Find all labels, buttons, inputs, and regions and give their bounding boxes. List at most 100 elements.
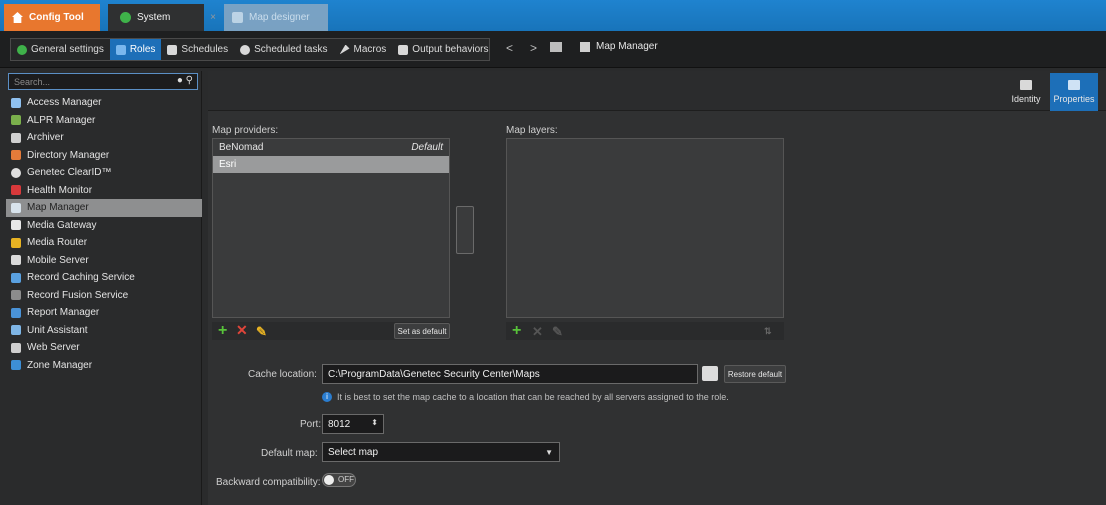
map-layers-list[interactable] <box>506 138 784 318</box>
role-item-zone-manager[interactable]: Zone Manager <box>6 357 202 375</box>
role-item-mobile-server[interactable]: Mobile Server <box>6 252 202 270</box>
map-providers-label: Map providers: <box>212 125 279 136</box>
role-label: Map Manager <box>27 202 89 214</box>
forward-arrow-icon[interactable]: > <box>530 41 537 55</box>
toolbar-item-label: Roles <box>129 44 156 55</box>
tab-identity[interactable]: Identity <box>1002 73 1050 111</box>
role-label: Media Router <box>27 237 88 249</box>
toolbar-item-label: Schedules <box>181 44 229 55</box>
role-item-clearid[interactable]: Genetec ClearID™ <box>6 164 202 182</box>
health-icon <box>11 185 21 196</box>
map-layers-label: Map layers: <box>506 125 558 136</box>
role-item-web-server[interactable]: Web Server <box>6 339 202 357</box>
remove-layer-icon[interactable]: ✕ <box>532 324 543 340</box>
role-label: Record Fusion Service <box>27 289 129 301</box>
cache-location-input[interactable]: C:\ProgramData\Genetec Security Center\M… <box>322 364 698 384</box>
role-item-record-fusion[interactable]: Record Fusion Service <box>6 287 202 305</box>
role-item-record-caching[interactable]: Record Caching Service <box>6 269 202 287</box>
stepper-arrows-icon[interactable]: ⬍ <box>371 418 378 427</box>
list-item-provider[interactable]: Esri <box>213 156 449 173</box>
port-value: 8012 <box>328 418 351 430</box>
role-item-access-manager[interactable]: Access Manager <box>6 94 202 112</box>
output-icon <box>398 44 409 55</box>
gateway-icon <box>11 220 21 231</box>
toolbar-output-behaviors[interactable]: Output behaviors <box>392 39 494 60</box>
browse-folder-icon[interactable] <box>702 366 718 381</box>
restore-default-button[interactable]: Restore default <box>724 365 786 383</box>
provider-default-tag: Default <box>411 142 443 153</box>
add-icon[interactable]: + <box>218 322 227 340</box>
backward-compat-label: Backward compatibility: <box>216 477 321 488</box>
toggle-state: OFF <box>338 475 354 484</box>
role-item-health-monitor[interactable]: Health Monitor <box>6 182 202 200</box>
mobile-icon <box>11 255 21 266</box>
role-item-report-manager[interactable]: Report Manager <box>6 304 202 322</box>
tab-label: Identity <box>1011 94 1041 104</box>
add-layer-icon[interactable]: + <box>512 322 521 340</box>
provider-name: Esri <box>219 159 237 170</box>
default-map-select[interactable]: Select map ▼ <box>322 442 560 462</box>
toolbar-item-label: General settings <box>31 44 104 55</box>
role-sidebar: Search... ● ⚲ Access Manager ALPR Manage… <box>6 71 202 505</box>
clearid-icon <box>11 167 21 178</box>
role-item-map-manager[interactable]: Map Manager <box>6 199 202 217</box>
role-item-media-gateway[interactable]: Media Gateway <box>6 217 202 235</box>
role-label: Genetec ClearID™ <box>27 167 112 179</box>
map-manager-icon <box>580 41 590 52</box>
default-map-label: Default map: <box>261 448 318 459</box>
search-input[interactable]: Search... ● ⚲ <box>8 73 198 90</box>
toolbar-roles[interactable]: Roles <box>109 39 162 60</box>
directory-icon <box>11 150 21 161</box>
calendar-icon <box>167 44 178 55</box>
map-designer-icon <box>232 12 243 23</box>
search-placeholder: Search... <box>14 76 51 87</box>
main-header: Identity Properties <box>208 71 1106 111</box>
set-as-default-button[interactable]: Set as default <box>394 323 450 339</box>
filter-icon[interactable]: ● ⚲ <box>177 75 193 86</box>
toolbar-schedules[interactable]: Schedules <box>161 39 234 60</box>
remove-icon[interactable]: ✕ <box>236 322 248 339</box>
role-item-directory-manager[interactable]: Directory Manager <box>6 147 202 165</box>
role-label: Media Gateway <box>27 219 97 231</box>
reorder-icon[interactable]: ⇅ <box>764 326 772 337</box>
tab-system[interactable]: System <box>108 4 204 31</box>
toolbar-general-settings[interactable]: General settings <box>11 39 110 60</box>
list-item-provider[interactable]: BeNomad Default <box>213 139 449 156</box>
tab-properties[interactable]: Properties <box>1050 73 1098 111</box>
archiver-icon <box>11 132 21 143</box>
main-panel: Identity Properties Map providers: BeNom… <box>208 71 1106 505</box>
toolbar-macros[interactable]: Macros <box>334 39 393 60</box>
history-icon[interactable] <box>550 42 562 52</box>
toolbar: General settings Roles Schedules Schedul… <box>0 31 1106 68</box>
role-label: Mobile Server <box>27 254 89 266</box>
system-icon <box>120 12 131 23</box>
tab-map-designer[interactable]: Map designer <box>224 4 328 31</box>
role-label: Directory Manager <box>27 149 110 161</box>
record-cache-icon <box>11 272 21 283</box>
role-label: Archiver <box>27 132 64 144</box>
map-providers-list[interactable]: BeNomad Default Esri <box>212 138 450 318</box>
edit-icon[interactable]: ✎ <box>256 324 267 340</box>
role-item-archiver[interactable]: Archiver <box>6 129 202 147</box>
default-map-value: Select map <box>328 446 379 458</box>
backward-compat-toggle[interactable]: OFF <box>322 473 356 487</box>
toolbar-scheduled-tasks[interactable]: Scheduled tasks <box>234 39 333 60</box>
identity-icon <box>1020 80 1032 90</box>
macro-icon <box>339 44 350 55</box>
tab-label: System <box>137 12 171 23</box>
role-item-unit-assistant[interactable]: Unit Assistant <box>6 322 202 340</box>
port-stepper[interactable]: 8012 ⬍ <box>322 414 384 434</box>
move-arrows[interactable] <box>456 206 474 254</box>
back-arrow-icon[interactable]: < <box>506 41 513 55</box>
close-tab-icon[interactable]: × <box>204 4 222 31</box>
zone-icon <box>11 360 21 371</box>
role-item-alpr-manager[interactable]: ALPR Manager <box>6 112 202 130</box>
info-icon: i <box>322 392 332 402</box>
chevron-down-icon: ▼ <box>545 448 553 457</box>
cache-hint-text: It is best to set the map cache to a loc… <box>337 392 729 402</box>
edit-layer-icon[interactable]: ✎ <box>552 324 563 340</box>
role-item-media-router[interactable]: Media Router <box>6 234 202 252</box>
tab-config-tool[interactable]: Config Tool <box>4 4 100 31</box>
role-label: Report Manager <box>27 307 100 319</box>
app-window: Config Tool System × Map designer Genera… <box>0 0 1106 505</box>
